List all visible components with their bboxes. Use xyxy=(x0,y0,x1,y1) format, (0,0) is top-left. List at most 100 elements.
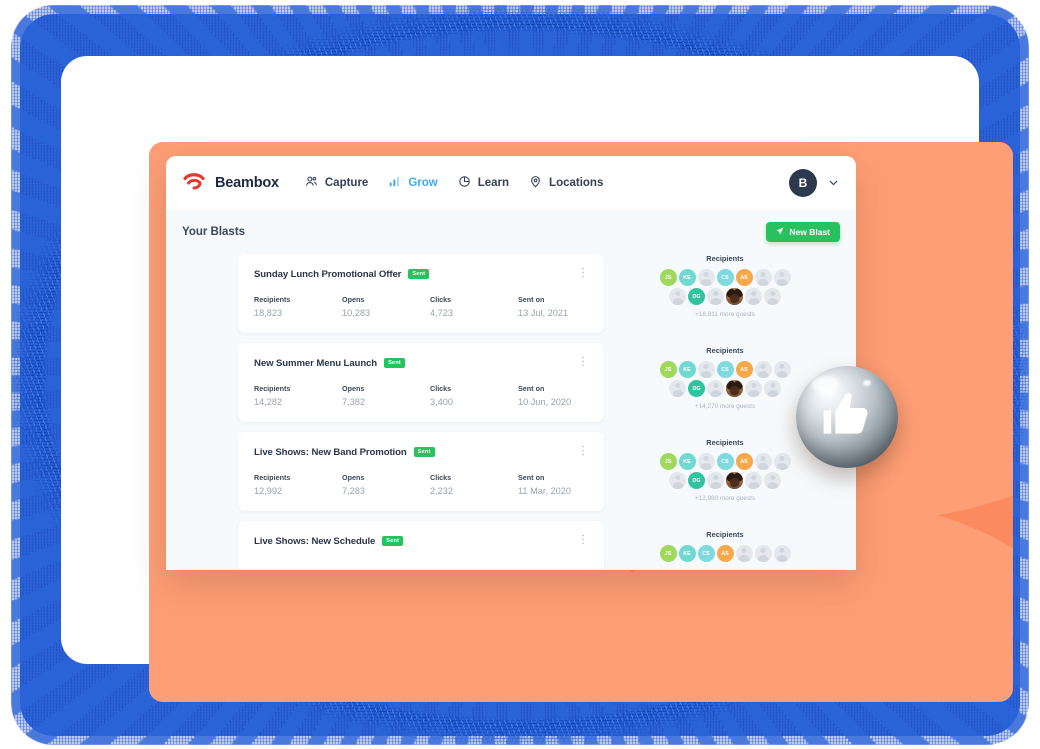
stat-value: 10 Jun, 2020 xyxy=(518,397,572,407)
recipient-avatar: CS xyxy=(716,361,734,378)
recipient-avatar: JS xyxy=(659,453,677,470)
stat-opens: Opens 10,283 xyxy=(342,295,430,318)
stat-value: 2,232 xyxy=(430,486,453,496)
stat-opens: Opens 7,382 xyxy=(342,384,430,407)
stat-recipients: Recipients 14,282 xyxy=(254,384,342,407)
blast-card-header: Live Shows: New Schedule Sent xyxy=(254,534,588,548)
recipient-avatar: CS xyxy=(697,545,715,562)
chevron-down-icon[interactable] xyxy=(827,176,840,191)
map-pin-icon xyxy=(529,175,542,191)
nav-item-locations-label: Locations xyxy=(549,177,604,189)
avatar-row: JS KE CS AS xyxy=(630,545,820,562)
stat-clicks: Clicks 2,232 xyxy=(430,473,518,496)
blast-title: Live Shows: New Band Promotion xyxy=(254,446,407,458)
recipient-avatar-placeholder xyxy=(697,269,715,286)
blast-card-header: Live Shows: New Band Promotion Sent xyxy=(254,445,588,459)
stat-sent-on: Sent on 13 Jul, 2021 xyxy=(518,295,568,318)
blast-card[interactable]: Live Shows: New Band Promotion Sent Recipi… xyxy=(238,432,604,511)
blasts-body: Sunday Lunch Promotional Offer Sent Recipi… xyxy=(166,254,856,570)
stat-value: 10,283 xyxy=(342,308,371,318)
recipient-avatar-placeholder xyxy=(669,288,686,305)
blast-card[interactable]: Sunday Lunch Promotional Offer Sent Recipi… xyxy=(238,254,604,333)
stat-label: Clicks xyxy=(430,473,452,482)
account-area: B xyxy=(789,169,840,197)
recipient-avatar-placeholder xyxy=(773,361,791,378)
recipient-avatar: AS xyxy=(716,545,734,562)
new-blast-button[interactable]: New Blast xyxy=(766,222,840,242)
avatar[interactable]: B xyxy=(789,169,817,197)
stat-sent-on: Sent on 10 Jun, 2020 xyxy=(518,384,571,407)
recipient-avatar: DG xyxy=(688,380,705,397)
recipient-avatar-placeholder xyxy=(764,472,781,489)
recipients-title: Recipients xyxy=(706,254,744,263)
stat-clicks: Clicks 3,400 xyxy=(430,384,518,407)
page-title: Your Blasts xyxy=(182,226,246,238)
recipient-avatar: JS xyxy=(659,361,677,378)
stat-value: 7,382 xyxy=(342,397,365,407)
blast-card[interactable]: Live Shows: New Schedule Sent xyxy=(238,521,604,570)
stat-recipients: Recipients 18,823 xyxy=(254,295,342,318)
stat-value: 13 Jul, 2021 xyxy=(518,308,569,318)
recipient-avatar-placeholder xyxy=(773,453,791,470)
recipient-avatar: DG xyxy=(688,288,705,305)
recipient-avatar-placeholder xyxy=(773,269,791,286)
nav-item-capture-label: Capture xyxy=(324,177,369,189)
kebab-menu-icon[interactable] xyxy=(578,445,588,459)
send-icon xyxy=(776,227,784,237)
stat-opens: Opens 7,283 xyxy=(342,473,430,496)
screenshot-stage: Beambox Capture Grow Learn Locations B Y… xyxy=(0,0,1040,749)
recipient-avatar-placeholder xyxy=(697,453,715,470)
stat-label: Recipients xyxy=(254,295,291,304)
stat-label: Opens xyxy=(342,473,365,482)
recipients-title: Recipients xyxy=(706,438,744,447)
recipient-avatar-placeholder xyxy=(764,288,781,305)
blast-title: Sunday Lunch Promotional Offer xyxy=(254,268,402,280)
recipient-avatar: KE xyxy=(678,361,696,378)
recipient-avatar-placeholder xyxy=(707,288,724,305)
kebab-menu-icon[interactable] xyxy=(578,267,588,281)
nav-item-capture[interactable]: Capture xyxy=(305,175,368,191)
recipient-avatar: CS xyxy=(716,269,734,286)
status-badge: Sent xyxy=(413,447,435,457)
bar-chart-icon xyxy=(388,175,401,191)
recipients-title: Recipients xyxy=(706,346,744,355)
status-badge: Sent xyxy=(408,269,430,279)
recipients-panel: Recipients JS KE CS AS DG +18,811 more guests xyxy=(630,254,820,318)
blast-cards-column: Sunday Lunch Promotional Offer Sent Recipi… xyxy=(238,254,604,570)
recipient-avatar-placeholder xyxy=(764,380,781,397)
recipient-avatar-photo xyxy=(726,288,743,305)
stat-value: 11 Mar, 2020 xyxy=(518,486,571,496)
more-guests-label: +12,980 more guests xyxy=(694,495,756,502)
stat-label: Clicks xyxy=(430,384,452,393)
kebab-menu-icon[interactable] xyxy=(578,356,588,370)
blast-stats: Recipients 18,823 Opens 10,283 Clicks 4,723 Se… xyxy=(254,295,588,318)
page-subheader: Your Blasts New Blast xyxy=(166,210,856,254)
recipient-avatar: CS xyxy=(716,453,734,470)
recipients-panel: Recipients JS KE CS AS xyxy=(630,530,820,562)
nav-item-locations[interactable]: Locations xyxy=(529,175,603,191)
stat-value: 18,823 xyxy=(254,308,283,318)
avatar-row: JS KE CS AS xyxy=(630,453,820,470)
top-navbar: Beambox Capture Grow Learn Locations B xyxy=(166,156,856,210)
recipients-column: Recipients JS KE CS AS DG +18,811 more guests R… xyxy=(630,254,820,570)
avatar-row: JS KE CS AS xyxy=(630,361,820,378)
blast-card[interactable]: New Summer Menu Launch Sent Recipients 14,2… xyxy=(238,343,604,422)
recipients-title: Recipients xyxy=(706,530,744,539)
nav-item-grow[interactable]: Grow xyxy=(388,175,438,191)
recipient-avatar-placeholder xyxy=(707,380,724,397)
recipient-avatar: KE xyxy=(678,545,696,562)
recipient-avatar-placeholder xyxy=(773,545,791,562)
kebab-menu-icon[interactable] xyxy=(578,534,588,548)
nav-item-learn-label: Learn xyxy=(477,177,510,189)
recipient-avatar-placeholder xyxy=(735,545,753,562)
brand-logo[interactable]: Beambox xyxy=(182,172,279,195)
stat-label: Clicks xyxy=(430,295,452,304)
recipient-avatar-placeholder xyxy=(745,380,762,397)
blast-card-header: Sunday Lunch Promotional Offer Sent xyxy=(254,267,588,281)
stat-recipients: Recipients 12,992 xyxy=(254,473,342,496)
thumbs-up-badge xyxy=(796,366,898,468)
nav-item-learn[interactable]: Learn xyxy=(458,175,509,191)
stat-label: Sent on xyxy=(518,473,545,482)
recipient-avatar-photo xyxy=(726,472,743,489)
stat-label: Opens xyxy=(342,295,365,304)
